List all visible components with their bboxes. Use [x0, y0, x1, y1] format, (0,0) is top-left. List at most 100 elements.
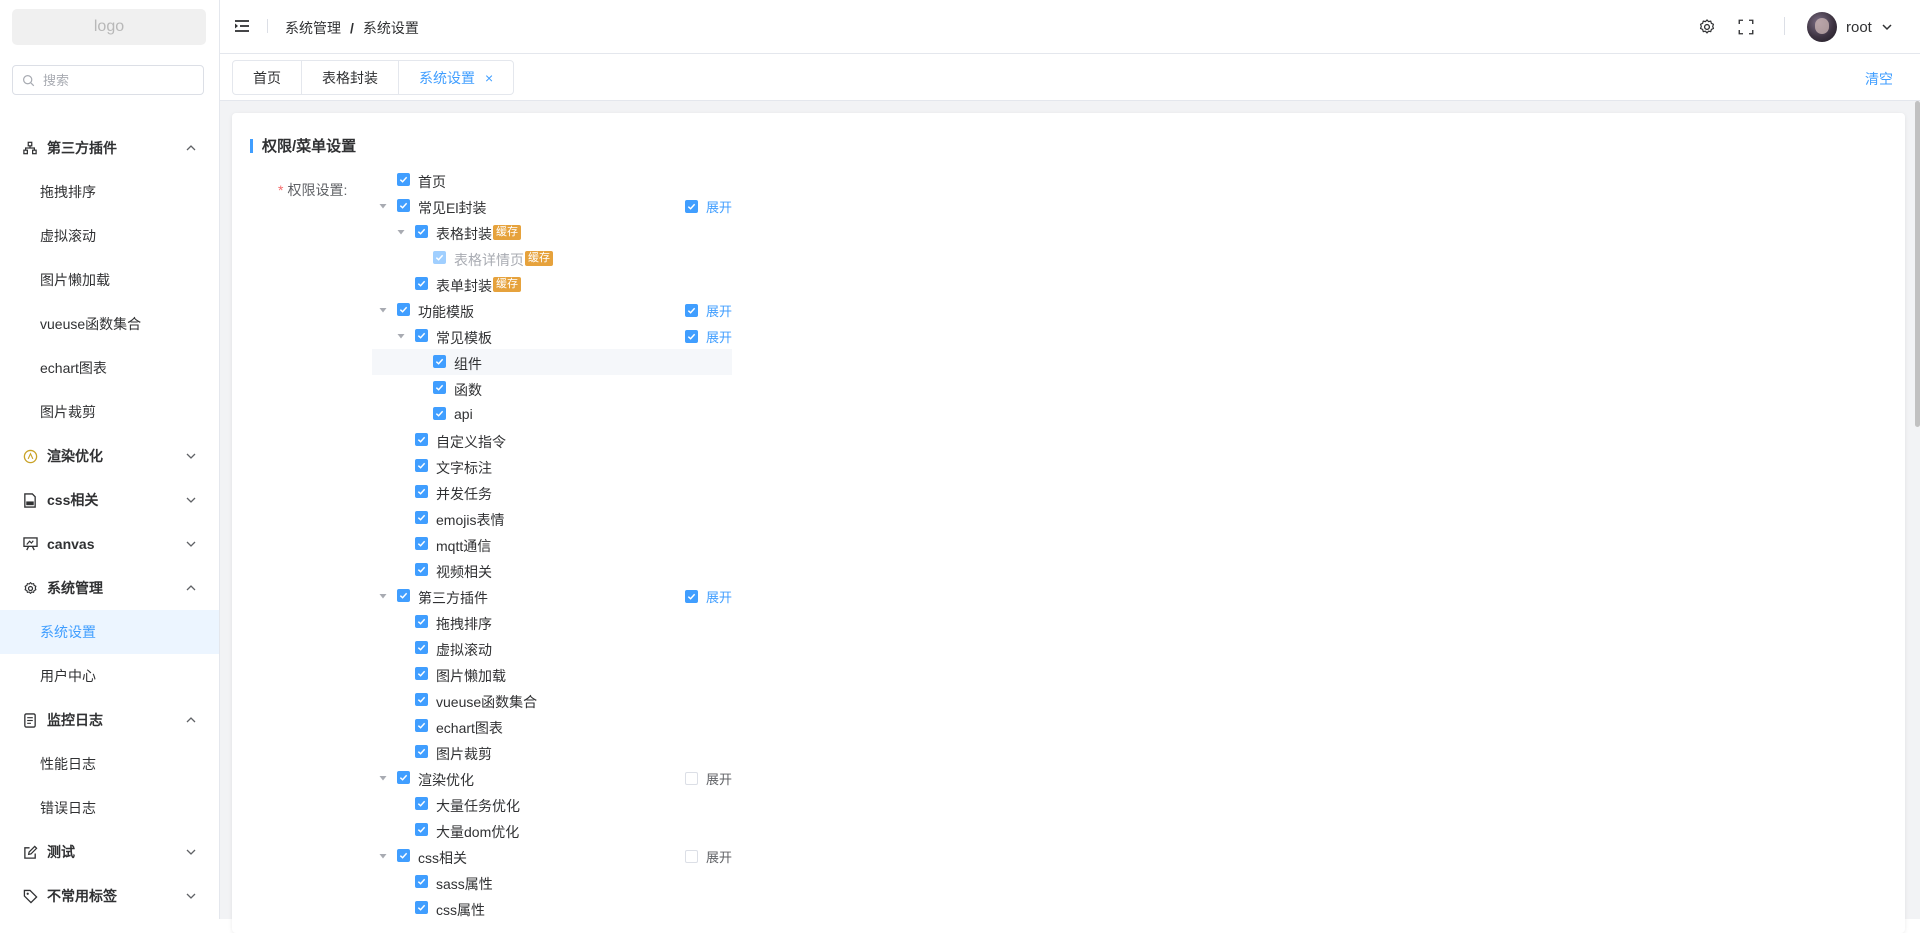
node-checkbox[interactable]: [433, 355, 446, 368]
menu-item-3[interactable]: 图片懒加载: [0, 258, 219, 302]
node-checkbox[interactable]: [415, 719, 428, 732]
caret-down-icon[interactable]: [377, 850, 389, 862]
menu-group-8[interactable]: css相关: [0, 478, 219, 522]
expand-checkbox[interactable]: [685, 849, 698, 863]
scrollbar[interactable]: [1915, 101, 1920, 919]
tree-node[interactable]: sass属性: [372, 869, 732, 895]
expand-toggle[interactable]: 展开: [685, 193, 732, 219]
node-checkbox[interactable]: [415, 875, 428, 888]
tree-node[interactable]: 视频相关: [372, 557, 732, 583]
node-checkbox[interactable]: [433, 381, 446, 394]
tree-node[interactable]: 函数: [372, 375, 732, 401]
menu-item-12[interactable]: 用户中心: [0, 654, 219, 698]
node-checkbox[interactable]: [415, 459, 428, 472]
node-checkbox[interactable]: [415, 329, 428, 342]
tree-node[interactable]: 表格详情页 缓存: [372, 245, 732, 271]
tree-node[interactable]: 并发任务: [372, 479, 732, 505]
menu-group-9[interactable]: canvas: [0, 522, 219, 566]
node-checkbox[interactable]: [415, 693, 428, 706]
tab-0[interactable]: 首页: [233, 61, 302, 94]
tree-node[interactable]: api: [372, 401, 732, 427]
menu-item-15[interactable]: 错误日志: [0, 786, 219, 830]
username[interactable]: root: [1846, 19, 1872, 36]
expand-toggle[interactable]: 展开: [685, 765, 732, 791]
caret-down-icon[interactable]: [377, 590, 389, 602]
tree-node[interactable]: vueuse函数集合: [372, 687, 732, 713]
tree-node[interactable]: css属性: [372, 895, 732, 921]
tree-node[interactable]: 文字标注: [372, 453, 732, 479]
user-dropdown[interactable]: root: [1807, 12, 1893, 42]
expand-checkbox[interactable]: [685, 199, 698, 213]
node-checkbox[interactable]: [397, 771, 410, 784]
menu-item-2[interactable]: 虚拟滚动: [0, 214, 219, 258]
menu-group-7[interactable]: 渲染优化: [0, 434, 219, 478]
menu-group-16[interactable]: 测试: [0, 830, 219, 874]
caret-down-icon[interactable]: [395, 330, 407, 342]
tree-node[interactable]: 自定义指令: [372, 427, 732, 453]
tree-node[interactable]: 渲染优化: [372, 765, 732, 791]
node-checkbox[interactable]: [415, 797, 428, 810]
tree-node[interactable]: 图片懒加载: [372, 661, 732, 687]
expand-checkbox[interactable]: [685, 329, 698, 343]
close-icon[interactable]: ×: [485, 70, 493, 86]
node-checkbox[interactable]: [415, 641, 428, 654]
search-input[interactable]: [41, 71, 195, 89]
tree-node[interactable]: css相关: [372, 843, 732, 869]
menu-group-17[interactable]: 不常用标签: [0, 874, 219, 918]
tree-node[interactable]: 拖拽排序: [372, 609, 732, 635]
node-checkbox[interactable]: [415, 563, 428, 576]
expand-toggle[interactable]: 展开: [685, 323, 732, 349]
clear-tabs-button[interactable]: 清空: [1865, 69, 1893, 89]
scrollbar-thumb[interactable]: [1915, 101, 1920, 427]
node-checkbox[interactable]: [415, 277, 428, 290]
menu-item-4[interactable]: vueuse函数集合: [0, 302, 219, 346]
avatar[interactable]: [1807, 12, 1837, 42]
menu-item-14[interactable]: 性能日志: [0, 742, 219, 786]
chevron-down-icon[interactable]: [1881, 21, 1893, 33]
expand-checkbox[interactable]: [685, 589, 698, 603]
node-checkbox[interactable]: [415, 823, 428, 836]
node-checkbox[interactable]: [415, 485, 428, 498]
node-checkbox[interactable]: [415, 901, 428, 914]
expand-toggle[interactable]: 展开: [685, 297, 732, 323]
node-checkbox[interactable]: [397, 849, 410, 862]
search-box[interactable]: [12, 65, 204, 95]
tree-node[interactable]: 大量dom优化: [372, 817, 732, 843]
tree-node[interactable]: 表格封装 缓存: [372, 219, 732, 245]
expand-toggle[interactable]: 展开: [685, 843, 732, 869]
menu-group-13[interactable]: 监控日志: [0, 698, 219, 742]
menu-group-0[interactable]: 第三方插件: [0, 126, 219, 170]
node-checkbox[interactable]: [397, 173, 410, 186]
tree-node[interactable]: echart图表: [372, 713, 732, 739]
node-checkbox[interactable]: [415, 511, 428, 524]
settings-icon[interactable]: [1698, 18, 1716, 36]
menu-item-5[interactable]: echart图表: [0, 346, 219, 390]
menu-item-11[interactable]: 系统设置: [0, 610, 219, 654]
tree-node[interactable]: mqtt通信: [372, 531, 732, 557]
tree-node[interactable]: 虚拟滚动: [372, 635, 732, 661]
node-checkbox[interactable]: [415, 667, 428, 680]
expand-checkbox[interactable]: [685, 303, 698, 317]
tree-node[interactable]: 第三方插件: [372, 583, 732, 609]
caret-down-icon[interactable]: [377, 200, 389, 212]
node-checkbox[interactable]: [415, 745, 428, 758]
node-checkbox[interactable]: [433, 251, 446, 264]
tree-node[interactable]: 组件: [372, 349, 732, 375]
node-checkbox[interactable]: [397, 303, 410, 316]
menu-item-1[interactable]: 拖拽排序: [0, 170, 219, 214]
expand-toggle[interactable]: 展开: [685, 583, 732, 609]
tree-node[interactable]: 首页: [372, 167, 732, 193]
node-checkbox[interactable]: [433, 407, 446, 420]
menu-group-10[interactable]: 系统管理: [0, 566, 219, 610]
menu-fold-icon[interactable]: [234, 18, 250, 34]
tree-node[interactable]: 常见模板: [372, 323, 732, 349]
breadcrumb-item-system-management[interactable]: 系统管理: [285, 18, 341, 38]
node-checkbox[interactable]: [397, 589, 410, 602]
caret-down-icon[interactable]: [395, 226, 407, 238]
tree-node[interactable]: 大量任务优化: [372, 791, 732, 817]
tab-1[interactable]: 表格封装: [302, 61, 399, 94]
node-checkbox[interactable]: [415, 537, 428, 550]
tab-2[interactable]: 系统设置 ×: [399, 61, 513, 94]
node-checkbox[interactable]: [415, 615, 428, 628]
node-checkbox[interactable]: [415, 433, 428, 446]
